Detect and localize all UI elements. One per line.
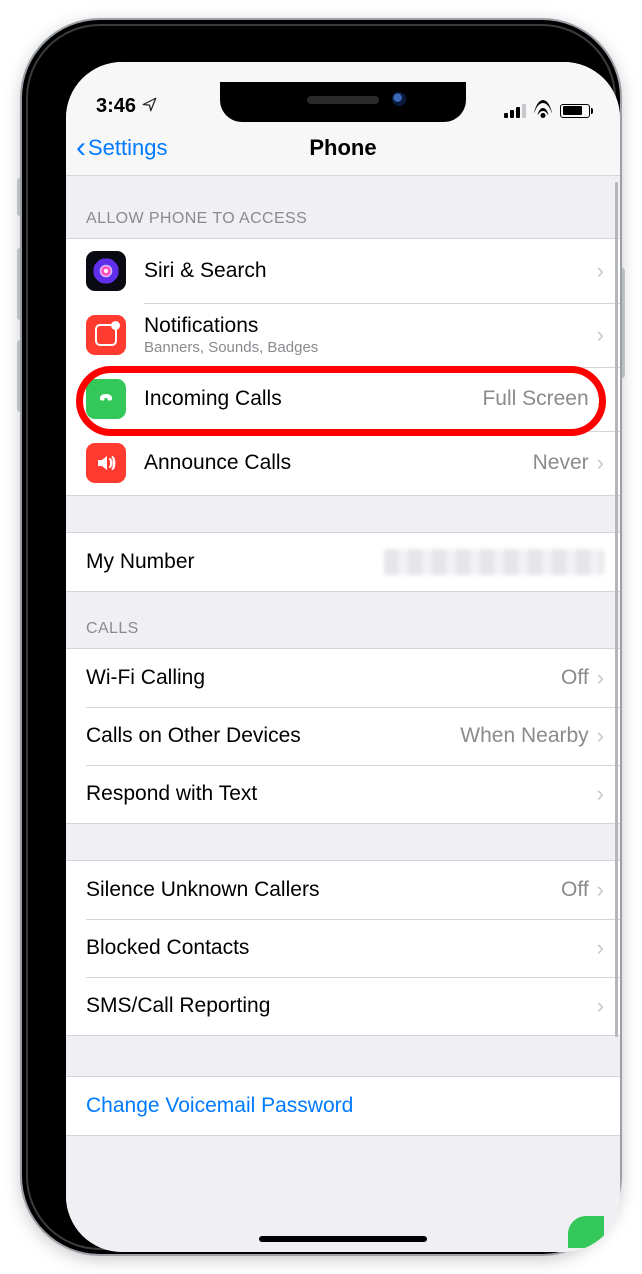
location-services-icon <box>142 97 157 117</box>
chevron-right-icon: › <box>597 723 604 749</box>
row-label: Calls on Other Devices <box>86 724 460 748</box>
row-silence-unknown[interactable]: Silence Unknown Callers Off › <box>66 861 620 919</box>
chevron-left-icon: ‹ <box>76 133 86 163</box>
chevron-right-icon: › <box>597 386 604 412</box>
section-header-calls: Calls <box>66 592 620 648</box>
battery-icon <box>560 104 590 118</box>
chevron-right-icon: › <box>597 993 604 1019</box>
row-calls-other-devices[interactable]: Calls on Other Devices When Nearby › <box>66 707 620 765</box>
row-value: Off <box>561 878 589 902</box>
row-label: Notifications <box>144 314 597 338</box>
section-header-access: Allow Phone to Access <box>66 176 620 238</box>
row-label: Change Voicemail Password <box>86 1094 604 1118</box>
row-label: Respond with Text <box>86 782 597 806</box>
row-change-voicemail-password[interactable]: Change Voicemail Password <box>66 1077 620 1135</box>
chevron-right-icon: › <box>597 781 604 807</box>
group-calls: Wi-Fi Calling Off › Calls on Other Devic… <box>66 648 620 824</box>
chevron-right-icon: › <box>597 665 604 691</box>
row-announce-calls[interactable]: Announce Calls Never › <box>66 431 620 495</box>
row-blocked-contacts[interactable]: Blocked Contacts › <box>66 919 620 977</box>
scrollbar[interactable] <box>615 182 618 1037</box>
wifi-icon <box>533 103 553 118</box>
chevron-right-icon: › <box>597 322 604 348</box>
row-wifi-calling[interactable]: Wi-Fi Calling Off › <box>66 649 620 707</box>
page-title: Phone <box>309 135 376 161</box>
incoming-calls-icon <box>86 379 126 419</box>
group-voicemail: Change Voicemail Password <box>66 1076 620 1136</box>
chevron-right-icon: › <box>597 450 604 476</box>
row-label: Blocked Contacts <box>86 936 597 960</box>
row-respond-with-text[interactable]: Respond with Text › <box>66 765 620 823</box>
row-label: Wi-Fi Calling <box>86 666 561 690</box>
chevron-right-icon: › <box>597 877 604 903</box>
back-button[interactable]: ‹ Settings <box>76 120 168 175</box>
row-label: Siri & Search <box>144 259 597 283</box>
home-indicator[interactable] <box>259 1236 427 1242</box>
row-my-number[interactable]: My Number <box>66 533 620 591</box>
row-value: Full Screen <box>482 387 588 411</box>
screen: 3:46 ‹ Settings Phone Allow <box>66 62 620 1252</box>
my-number-value-redacted <box>384 549 604 575</box>
settings-content: Allow Phone to Access Siri & Search › No… <box>66 176 620 1252</box>
notch <box>220 82 466 122</box>
row-label: Silence Unknown Callers <box>86 878 561 902</box>
row-incoming-calls[interactable]: Incoming Calls Full Screen › <box>66 367 620 431</box>
row-value: Off <box>561 666 589 690</box>
row-value: Never <box>533 451 589 475</box>
nav-header: ‹ Settings Phone <box>66 120 620 176</box>
back-label: Settings <box>88 135 168 161</box>
announce-calls-icon <box>86 443 126 483</box>
row-sublabel: Banners, Sounds, Badges <box>144 339 597 356</box>
group-my-number: My Number <box>66 532 620 592</box>
row-value: When Nearby <box>460 724 588 748</box>
chevron-right-icon: › <box>597 935 604 961</box>
row-label: SMS/Call Reporting <box>86 994 597 1018</box>
group-access: Siri & Search › Notifications Banners, S… <box>66 238 620 496</box>
device-frame: 3:46 ‹ Settings Phone Allow <box>22 20 620 1254</box>
row-label: My Number <box>86 550 384 574</box>
notifications-icon <box>86 315 126 355</box>
row-label: Announce Calls <box>144 451 533 475</box>
group-block: Silence Unknown Callers Off › Blocked Co… <box>66 860 620 1036</box>
toggle-peek[interactable] <box>568 1216 604 1248</box>
row-siri-search[interactable]: Siri & Search › <box>66 239 620 303</box>
row-sms-call-reporting[interactable]: SMS/Call Reporting › <box>66 977 620 1035</box>
chevron-right-icon: › <box>597 258 604 284</box>
siri-icon <box>86 251 126 291</box>
cellular-signal-icon <box>504 104 526 118</box>
row-label: Incoming Calls <box>144 387 482 411</box>
row-notifications[interactable]: Notifications Banners, Sounds, Badges › <box>66 303 620 367</box>
status-time: 3:46 <box>96 95 136 118</box>
